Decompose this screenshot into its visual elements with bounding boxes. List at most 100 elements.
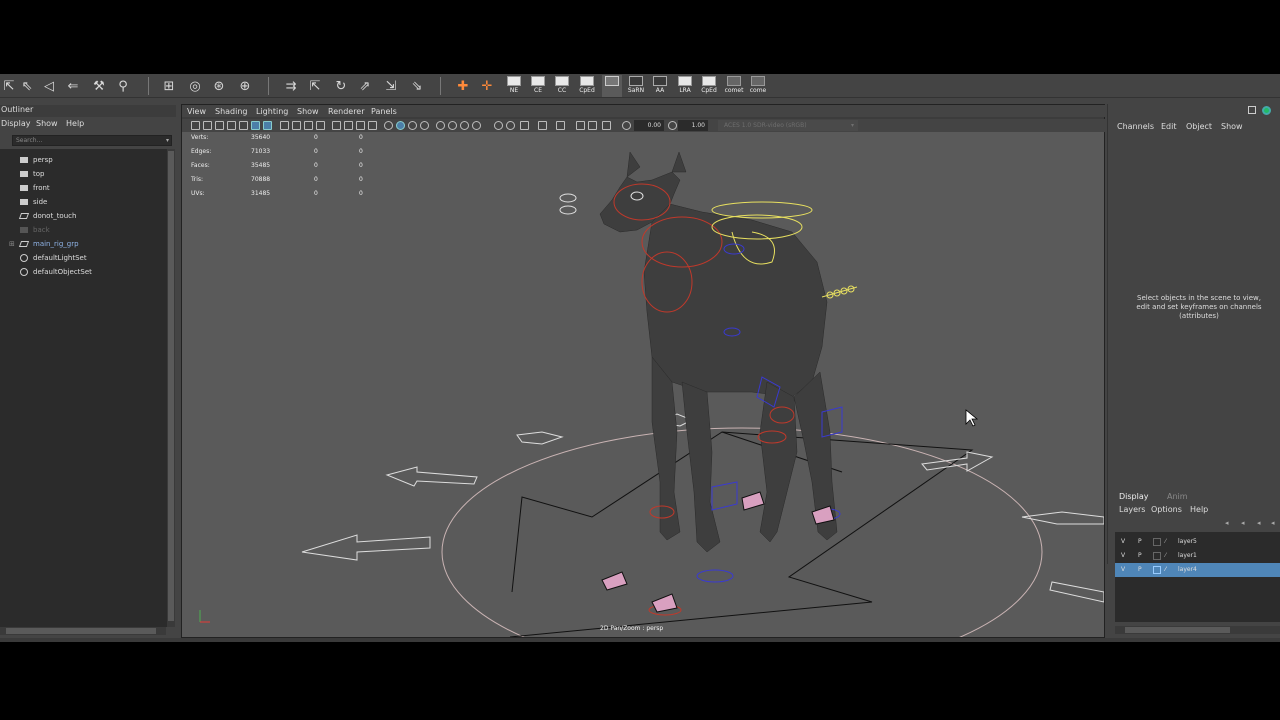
visibility-toggle[interactable]: V [1121,549,1125,563]
bounding-box-icon[interactable] [356,121,365,130]
visibility-toggle[interactable]: V [1121,535,1125,549]
outliner-item-default-light-set[interactable]: defaultLightSet [0,251,168,265]
ground-arrow-back[interactable] [516,431,564,445]
constraint-orient-icon[interactable]: ⇗ [356,77,374,95]
anti-aliasing-icon[interactable] [506,121,515,130]
layer-menu-help[interactable]: Help [1190,505,1208,514]
outliner-item-persp[interactable]: persp [0,153,168,167]
constraint-scale-icon[interactable]: ⇲ [382,77,400,95]
foot-controls[interactable] [601,491,835,613]
xray-active-icon[interactable] [556,121,565,130]
layer-row[interactable]: V P ⁄ layer5 [1115,535,1280,549]
display-type-toggle[interactable] [1153,566,1161,574]
paint-select-icon[interactable]: ◁ [40,77,58,95]
layer-color-icon[interactable]: ⁄ [1165,563,1166,577]
shelf-button-aa[interactable]: AA [650,75,670,97]
shelf-button-cc[interactable]: CC [552,75,572,97]
smooth-shade-icon[interactable] [344,121,353,130]
isolate-select-icon[interactable] [538,121,547,130]
outliner-horizontal-scrollbar[interactable] [0,627,166,635]
viewport-menu-view[interactable]: View [187,107,206,116]
ambient-occlusion-icon[interactable] [472,121,481,130]
channel-menu-channels[interactable]: Channels [1117,122,1154,131]
gate-icon[interactable] [588,121,597,130]
exposure-field[interactable]: 0.00 [634,120,664,131]
gate-mask-icon[interactable] [280,121,289,130]
shelf-button-cped[interactable]: CpEd [577,75,597,97]
xray-icon[interactable] [396,121,405,130]
layer-color-icon[interactable]: ⁄ [1165,549,1166,563]
lattice-icon[interactable]: ⊕ [236,77,254,95]
shelf-button-come[interactable]: come [748,75,768,97]
pole-vector-icon[interactable]: ⇘ [408,77,426,95]
outliner-item-side[interactable]: side [0,195,168,209]
lasso-arrow-icon[interactable]: ⇖ [18,77,36,95]
scrollbar-thumb[interactable] [6,628,156,634]
screen-space-icon[interactable] [602,121,611,130]
layer-row[interactable]: V P ⁄ layer1 [1115,549,1280,563]
skeleton-tool-icon[interactable]: ⚲ [114,77,132,95]
main-ground-control[interactable] [441,427,1043,637]
layer-color-icon[interactable]: ⁄ [1165,535,1166,549]
select-arrow-icon[interactable]: ⇱ [0,77,18,95]
layer-row-selected[interactable]: V P ⁄ layer4 [1115,563,1280,577]
chevron-down-icon[interactable]: ▾ [166,136,169,146]
constraint-aim-icon[interactable]: ↻ [332,77,350,95]
viewport-menu-renderer[interactable]: Renderer [328,107,365,116]
constraint-point-icon[interactable]: ⇱ [306,77,324,95]
motion-blur-icon[interactable] [494,121,503,130]
layout-icon[interactable] [1248,106,1256,114]
ground-arrow-front[interactable] [1049,581,1104,603]
display-type-toggle[interactable] [1153,538,1161,546]
gamma-field[interactable]: 1.00 [678,120,708,131]
playback-toggle[interactable]: P [1138,563,1142,577]
playback-toggle[interactable]: P [1138,549,1142,563]
shelf-button-ne[interactable]: NE [504,75,524,97]
ik-handle-icon[interactable]: ⊞ [160,77,178,95]
wireframe-icon[interactable] [332,121,341,130]
expand-icon[interactable]: ⊞ [9,237,15,251]
hud-icon[interactable] [576,121,585,130]
layer-horizontal-scrollbar[interactable] [1115,626,1280,634]
channel-menu-edit[interactable]: Edit [1161,122,1177,131]
color-space-dropdown[interactable]: ACES 1.0 SDR-video (sRGB) ▾ [718,120,858,131]
locator-icon[interactable]: ✚ [454,77,472,95]
outliner-menu-help[interactable]: Help [66,119,84,128]
flat-shade-icon[interactable] [368,121,377,130]
outliner-item-top[interactable]: top [0,167,168,181]
scrollbar-thumb[interactable] [1125,627,1230,633]
ground-arrow-right[interactable] [921,451,994,472]
tab-display[interactable]: Display [1119,492,1149,501]
xray-joints-icon[interactable] [408,121,417,130]
viewport-scene[interactable]: Verts: 35640 0 0 Edges: 71033 0 0 Faces: 35485 0… [182,132,1104,637]
shadows-icon[interactable] [460,121,469,130]
bookmark-icon[interactable] [215,121,224,130]
viewport-menu-panels[interactable]: Panels [371,107,397,116]
wireframe-on-shaded-icon[interactable] [384,121,393,130]
scrollbar-thumb[interactable] [168,151,174,621]
new-layer-icon[interactable]: ◂ [1257,519,1261,527]
tab-anim[interactable]: Anim [1167,492,1188,501]
move-layer-down-icon[interactable]: ◂ [1241,519,1245,527]
film-gate-icon[interactable] [251,121,260,130]
outliner-menu-show[interactable]: Show [36,119,58,128]
safe-action-icon[interactable] [304,121,313,130]
viewport-menu-show[interactable]: Show [297,107,319,116]
move-arrow-icon[interactable]: ⇐ [64,77,82,95]
outliner-search-input[interactable]: Search... ▾ [12,135,172,146]
new-layer-selected-icon[interactable]: ◂ [1271,519,1275,527]
visibility-toggle[interactable]: V [1121,563,1125,577]
depth-of-field-icon[interactable] [520,121,529,130]
exposure-icon[interactable] [622,121,631,130]
textures-icon[interactable] [436,121,445,130]
lights-icon[interactable] [448,121,457,130]
resolution-gate-icon[interactable] [263,121,272,130]
outliner-item-back[interactable]: back [0,223,168,237]
move-layer-up-icon[interactable]: ◂ [1225,519,1229,527]
shelf-button-toggle[interactable] [602,75,622,97]
outliner-menu-display[interactable]: Display [1,119,31,128]
viewport-menu-lighting[interactable]: Lighting [256,107,288,116]
cage-icon[interactable]: ⊛ [210,77,228,95]
channel-menu-object[interactable]: Object [1186,122,1212,131]
dog-mesh[interactable] [599,151,838,553]
